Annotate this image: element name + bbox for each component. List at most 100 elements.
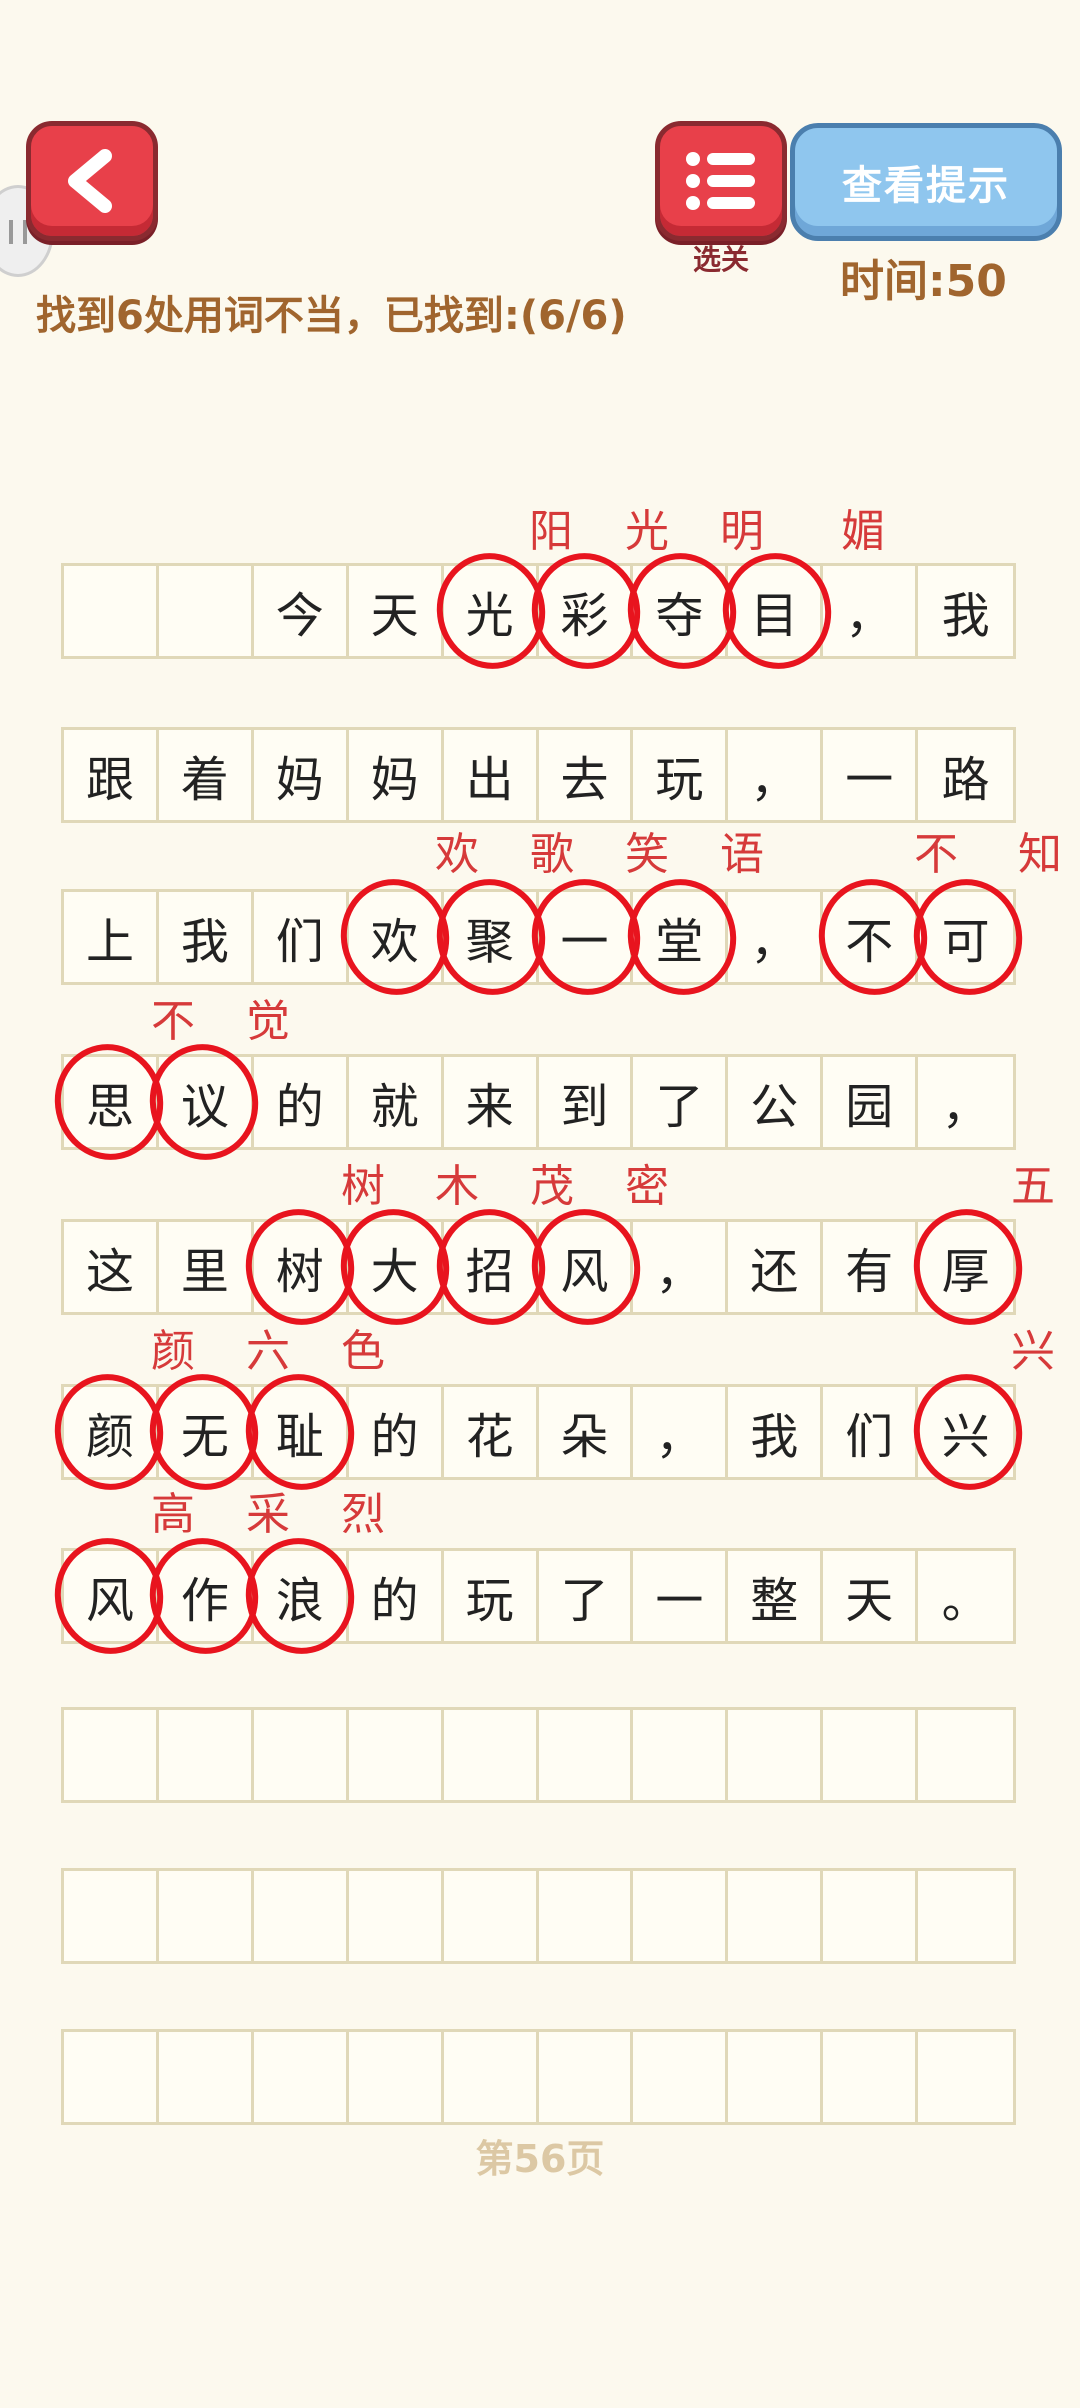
- grid-cell[interactable]: 公: [728, 1057, 824, 1147]
- grid-cell[interactable]: [633, 2032, 729, 2122]
- correction-label: 木: [435, 1161, 479, 1212]
- list-icon: [686, 152, 755, 210]
- grid-cell[interactable]: 路: [918, 730, 1013, 820]
- grid-cell[interactable]: 今: [254, 566, 349, 656]
- grid-cell[interactable]: [64, 1710, 159, 1800]
- correction-label: 明: [720, 506, 764, 557]
- grid-cell[interactable]: [444, 1710, 539, 1800]
- grid-row: [61, 2029, 1016, 2125]
- grid-cell[interactable]: ，: [633, 1387, 729, 1477]
- grid-cell[interactable]: [633, 1871, 729, 1961]
- grid-cell[interactable]: [823, 1871, 919, 1961]
- grid-cell[interactable]: [64, 2032, 159, 2122]
- grid-cell[interactable]: [349, 1871, 444, 1961]
- grid-cell[interactable]: [918, 1710, 1013, 1800]
- grid-cell[interactable]: 朵: [539, 1387, 634, 1477]
- grid-cell[interactable]: 的: [349, 1551, 444, 1641]
- correction-label: 知: [1018, 829, 1062, 880]
- grid-cell[interactable]: 。: [918, 1551, 1013, 1641]
- grid-cell[interactable]: 花: [444, 1387, 539, 1477]
- grid-cell[interactable]: [823, 2032, 919, 2122]
- correction-label: 欢: [435, 829, 479, 880]
- correction-label: 色: [341, 1326, 385, 1377]
- correction-label: 媚: [841, 506, 885, 557]
- grid-cell[interactable]: ，: [823, 566, 919, 656]
- grid-cell[interactable]: 上: [64, 892, 159, 982]
- grid-cell[interactable]: ，: [633, 1222, 729, 1312]
- grid-cell[interactable]: [539, 2032, 634, 2122]
- grid-cell[interactable]: [444, 2032, 539, 2122]
- grid-cell[interactable]: 出: [444, 730, 539, 820]
- grid-cell[interactable]: [64, 566, 159, 656]
- grid-cell[interactable]: 妈: [349, 730, 444, 820]
- correction-label: 语: [720, 829, 764, 880]
- grid-cell[interactable]: 妈: [254, 730, 349, 820]
- grid-cell[interactable]: 就: [349, 1057, 444, 1147]
- grid-row: 跟着妈妈出去玩，一路: [61, 727, 1016, 823]
- correction-label: 阳: [529, 506, 573, 557]
- grid-cell[interactable]: [64, 1871, 159, 1961]
- grid-cell[interactable]: 这: [64, 1222, 159, 1312]
- correction-label: 茂: [530, 1161, 574, 1212]
- grid-cell[interactable]: 们: [254, 892, 349, 982]
- grid-cell[interactable]: [918, 2032, 1013, 2122]
- grid-cell[interactable]: 我: [918, 566, 1013, 656]
- task-progress: 找到6处用词不当，已找到:(6/6): [36, 293, 627, 339]
- grid-row: [61, 1707, 1016, 1803]
- grid-cell[interactable]: [444, 1871, 539, 1961]
- grid-cell[interactable]: 有: [823, 1222, 919, 1312]
- grid-cell[interactable]: 的: [254, 1057, 349, 1147]
- grid-cell[interactable]: [633, 1710, 729, 1800]
- grid-cell[interactable]: 了: [633, 1057, 729, 1147]
- grid-row: [61, 1868, 1016, 1964]
- grid-cell[interactable]: 整: [728, 1551, 824, 1641]
- grid-cell[interactable]: 着: [159, 730, 254, 820]
- level-select-label: 选关: [692, 243, 749, 276]
- view-hint-button[interactable]: 查看提示: [790, 123, 1062, 241]
- grid-cell[interactable]: 天: [823, 1551, 919, 1641]
- correction-label: 兴: [1011, 1326, 1055, 1377]
- grid-cell[interactable]: ，: [918, 1057, 1013, 1147]
- grid-cell[interactable]: [159, 566, 254, 656]
- grid-cell[interactable]: 玩: [633, 730, 729, 820]
- grid-cell[interactable]: 天: [349, 566, 444, 656]
- grid-cell[interactable]: 一: [823, 730, 919, 820]
- grid-cell[interactable]: 到: [539, 1057, 634, 1147]
- grid-cell[interactable]: 一: [633, 1551, 729, 1641]
- grid-cell[interactable]: [254, 1871, 349, 1961]
- grid-cell[interactable]: 的: [349, 1387, 444, 1477]
- grid-cell[interactable]: [728, 1710, 824, 1800]
- correction-label: 树: [341, 1161, 385, 1212]
- grid-cell[interactable]: 里: [159, 1222, 254, 1312]
- correction-label: 采: [246, 1489, 290, 1540]
- level-select-button[interactable]: [655, 121, 787, 241]
- grid-cell[interactable]: [823, 1710, 919, 1800]
- grid-cell[interactable]: [918, 1871, 1013, 1961]
- grid-cell[interactable]: 们: [823, 1387, 919, 1477]
- grid-cell[interactable]: [539, 1871, 634, 1961]
- grid-cell[interactable]: 了: [539, 1551, 634, 1641]
- grid-cell[interactable]: [349, 1710, 444, 1800]
- back-button[interactable]: [26, 121, 158, 241]
- grid-cell[interactable]: [254, 1710, 349, 1800]
- grid-cell[interactable]: [728, 2032, 824, 2122]
- grid-cell[interactable]: 我: [728, 1387, 824, 1477]
- grid-cell[interactable]: 我: [159, 892, 254, 982]
- grid-cell[interactable]: 园: [823, 1057, 919, 1147]
- grid-cell[interactable]: [728, 1871, 824, 1961]
- grid-cell[interactable]: 去: [539, 730, 634, 820]
- correction-label: 密: [625, 1161, 669, 1212]
- grid-cell[interactable]: [159, 1871, 254, 1961]
- grid-cell[interactable]: [539, 1710, 634, 1800]
- grid-cell[interactable]: [254, 2032, 349, 2122]
- grid-cell[interactable]: 玩: [444, 1551, 539, 1641]
- grid-cell[interactable]: 还: [728, 1222, 824, 1312]
- correction-label: 光: [625, 506, 669, 557]
- grid-cell[interactable]: ，: [728, 892, 824, 982]
- grid-cell[interactable]: ，: [728, 730, 824, 820]
- grid-cell[interactable]: [349, 2032, 444, 2122]
- grid-cell[interactable]: [159, 1710, 254, 1800]
- grid-cell[interactable]: 跟: [64, 730, 159, 820]
- grid-cell[interactable]: 来: [444, 1057, 539, 1147]
- grid-cell[interactable]: [159, 2032, 254, 2122]
